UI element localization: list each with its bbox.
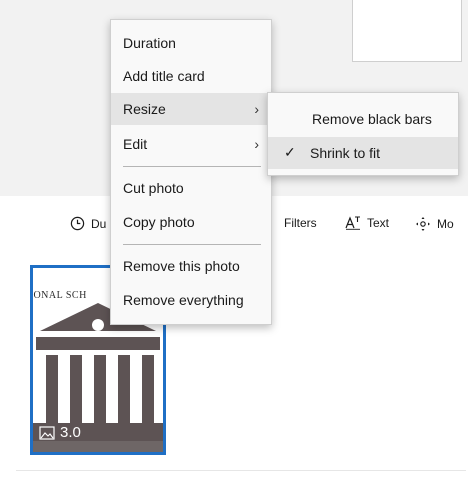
duration-button[interactable]: Du [70, 216, 106, 231]
chevron-right-icon: › [254, 136, 259, 152]
menu-item-remove-this-photo[interactable]: Remove this photo [111, 250, 271, 282]
filters-button-label: Filters [284, 216, 317, 230]
menu-item-label: Copy photo [123, 214, 195, 230]
preview-frame [352, 0, 462, 62]
menu-separator [123, 166, 261, 167]
menu-item-edit[interactable]: Edit › [111, 128, 271, 160]
text-button-label: Text [367, 216, 390, 230]
menu-item-label: Cut photo [123, 180, 184, 196]
menu-item-label: Resize [123, 101, 166, 117]
motion-button-label: Mo [437, 217, 454, 231]
text-button[interactable]: Text [345, 216, 389, 230]
menu-separator [123, 244, 261, 245]
chevron-right-icon: › [254, 101, 259, 117]
menu-item-label: Remove this photo [123, 258, 240, 274]
filters-button[interactable]: Filters [284, 216, 317, 230]
menu-item-resize[interactable]: Resize › [111, 93, 271, 125]
checkmark-icon: ✓ [284, 144, 296, 160]
clock-icon [70, 216, 85, 231]
menu-item-copy-photo[interactable]: Copy photo [111, 206, 271, 238]
menu-item-duration[interactable]: Duration [111, 27, 271, 59]
tile-duration: 3.0 [39, 424, 81, 441]
submenu-item-shrink-to-fit[interactable]: ✓ Shrink to fit [268, 137, 458, 169]
menu-item-label: Edit [123, 136, 148, 152]
submenu-item-label: Remove black bars [312, 111, 432, 127]
menu-item-remove-everything[interactable]: Remove everything [111, 284, 271, 316]
submenu-item-remove-black-bars[interactable]: Remove black bars [268, 103, 458, 135]
text-icon [345, 216, 360, 230]
photo-icon [39, 425, 55, 440]
tile-duration-value: 3.0 [60, 424, 81, 441]
motion-icon [416, 217, 430, 231]
context-menu: Duration Add title card Resize › Edit › … [110, 19, 272, 325]
menu-item-label: Remove everything [123, 292, 244, 308]
submenu-item-label: Shrink to fit [310, 145, 381, 161]
menu-item-add-title-card[interactable]: Add title card [111, 60, 271, 92]
duration-button-label: Du [91, 216, 107, 231]
storyboard-bottom-divider [16, 470, 466, 471]
menu-item-label: Duration [123, 35, 176, 51]
motion-button[interactable]: Mo [415, 216, 454, 232]
menu-item-cut-photo[interactable]: Cut photo [111, 172, 271, 204]
resize-submenu: Remove black bars ✓ Shrink to fit [267, 92, 459, 176]
menu-item-label: Add title card [123, 68, 205, 84]
